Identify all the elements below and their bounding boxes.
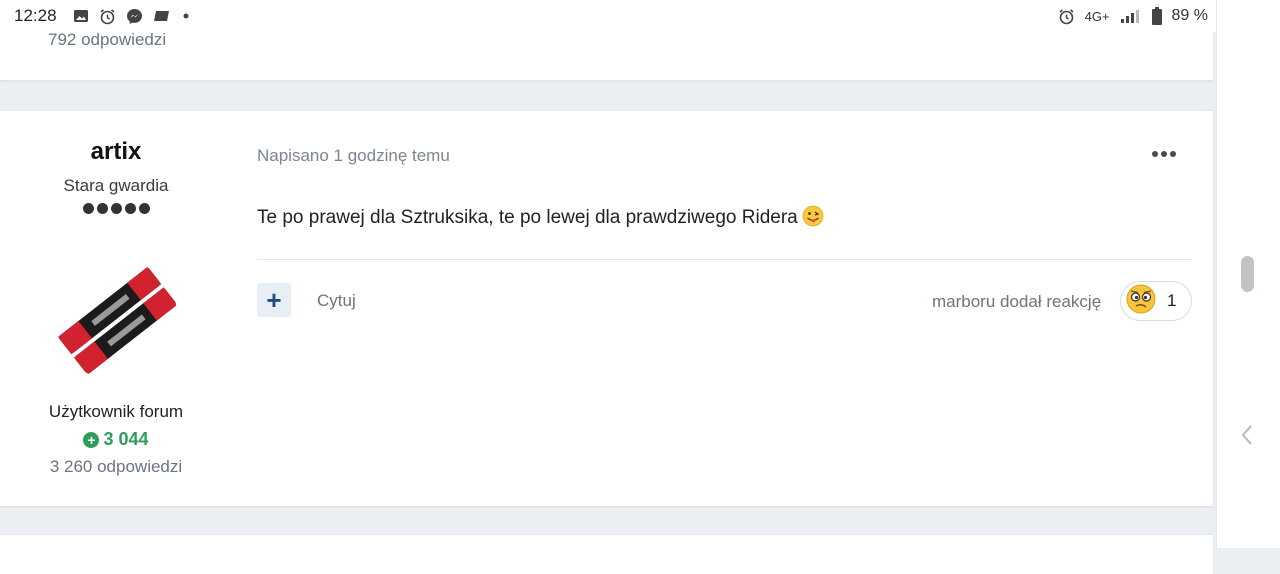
battery-icon xyxy=(1151,7,1162,25)
dot-icon xyxy=(1170,151,1176,157)
next-post-card xyxy=(0,534,1213,574)
alarm-icon xyxy=(99,8,116,25)
alarm-icon xyxy=(1058,8,1075,25)
post-divider xyxy=(257,259,1192,260)
reputation: + 3 044 xyxy=(0,429,232,450)
plus-circle-icon: + xyxy=(83,431,100,448)
messenger-icon xyxy=(126,8,143,25)
reputation-value: 3 044 xyxy=(103,429,149,449)
avatar[interactable] xyxy=(56,259,178,381)
more-options-button[interactable] xyxy=(1150,147,1178,161)
rank-pip xyxy=(96,203,108,214)
dot-icon xyxy=(1161,151,1167,157)
multiquote-plus-button[interactable]: + xyxy=(257,283,291,317)
battery-level: 89 % xyxy=(1171,7,1208,24)
network-type: 4G+ xyxy=(1084,8,1110,24)
previous-author-replies[interactable]: 792 odpowiedzi xyxy=(48,30,166,50)
author-panel: artix Stara gwardia Użytkownik forum + 3… xyxy=(0,111,232,506)
rank-title: Użytkownik forum xyxy=(48,402,184,421)
author-group: Stara gwardia xyxy=(63,176,169,195)
reaction-summary[interactable]: marboru dodał reakcję xyxy=(932,292,1101,312)
rank-pip xyxy=(138,203,150,214)
status-bar: 12:28 4G+ 89 % xyxy=(0,0,1216,32)
author-replies[interactable]: 3 260 odpowiedzi xyxy=(0,457,232,477)
dot-icon xyxy=(1152,151,1158,157)
chevron-left-icon[interactable] xyxy=(1240,423,1254,447)
scrollbar-thumb[interactable] xyxy=(1241,256,1254,292)
reaction-pill[interactable]: 1 xyxy=(1120,281,1192,321)
author-name[interactable]: artix xyxy=(0,138,232,166)
reaction-count: 1 xyxy=(1167,291,1177,310)
post-date[interactable]: Napisano 1 godzinę temu xyxy=(257,146,450,166)
quote-button[interactable]: Cytuj xyxy=(317,291,356,311)
signal-icon xyxy=(1120,8,1142,24)
clock: 12:28 xyxy=(14,6,57,25)
post-content: Te po prawej dla Sztruksika, te po lewej… xyxy=(257,205,824,229)
tongue-emoji-icon xyxy=(802,205,824,227)
app-icon xyxy=(153,9,171,23)
forum-post: artix Stara gwardia Użytkownik forum + 3… xyxy=(0,110,1213,506)
dot-icon xyxy=(181,11,191,21)
image-icon xyxy=(73,8,89,24)
rank-pip xyxy=(110,203,122,214)
confused-emoji-icon xyxy=(1125,283,1157,320)
rank-pips xyxy=(0,203,232,214)
post-text: Te po prawej dla Sztruksika, te po lewej… xyxy=(257,207,798,228)
rank-pip xyxy=(82,203,94,214)
rank-pip xyxy=(124,203,136,214)
